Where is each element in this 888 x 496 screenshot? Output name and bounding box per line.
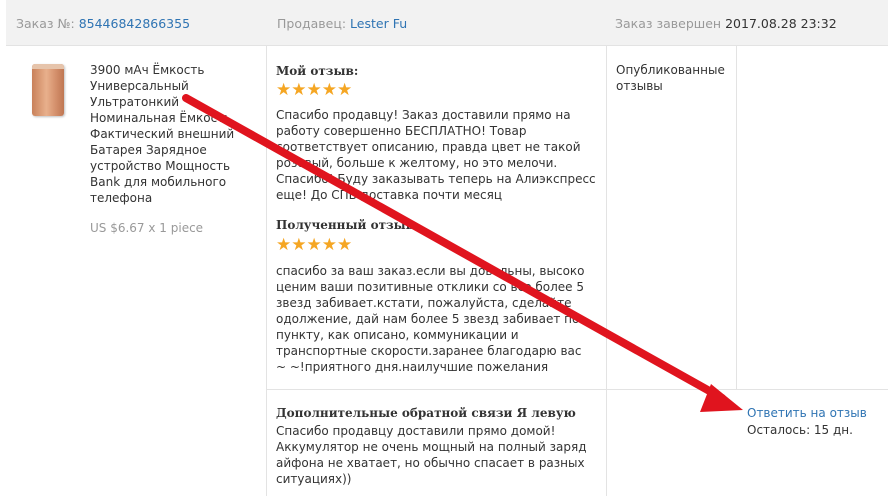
product-title-link[interactable]: 3900 мАч Ёмкость Универсальный Ультратон… [90,62,250,206]
order-header: Заказ №: 85446842866355 Продавец: Lester… [6,0,888,46]
order-number-cell: Заказ №: 85446842866355 [16,16,190,31]
reply-to-review-link[interactable]: Ответить на отзыв [747,406,867,420]
completed-cell: Заказ завершен 2017.08.28 23:32 [615,16,837,31]
seller-name-link[interactable]: Lester Fu [350,16,407,31]
additional-feedback-text: Спасибо продавцу доставили прямо домой! … [276,424,587,486]
additional-feedback-title: Дополнительные обратной связи Я левую [276,406,576,420]
my-review-stars: ★★★★★ [276,80,353,100]
received-review-text: спасибо за ваш заказ.если вы довольны, в… [276,264,585,374]
order-label: Заказ №: [16,16,75,31]
received-review-stars: ★★★★★ [276,235,353,255]
column-divider [606,46,607,496]
my-review-title: Мой отзыв: [276,64,359,78]
received-review-title: Полученный отзыв [276,218,415,232]
row-divider [266,389,888,390]
product-image[interactable] [32,64,64,116]
seller-cell: Продавец: Lester Fu [277,16,407,31]
order-number-link[interactable]: 85446842866355 [79,16,190,31]
days-remaining: Осталось: 15 дн. [747,423,853,437]
seller-label: Продавец: [277,16,347,31]
column-divider [266,46,267,496]
product-price: US $6.67 x 1 piece [90,221,204,235]
review-status: Опубликованные отзывы [616,63,725,93]
completed-time: 2017.08.28 23:32 [725,16,837,31]
completed-label: Заказ завершен [615,16,722,31]
column-divider [736,46,737,390]
my-review-text: Спасибо продавцу! Заказ доставили прямо … [276,108,596,202]
